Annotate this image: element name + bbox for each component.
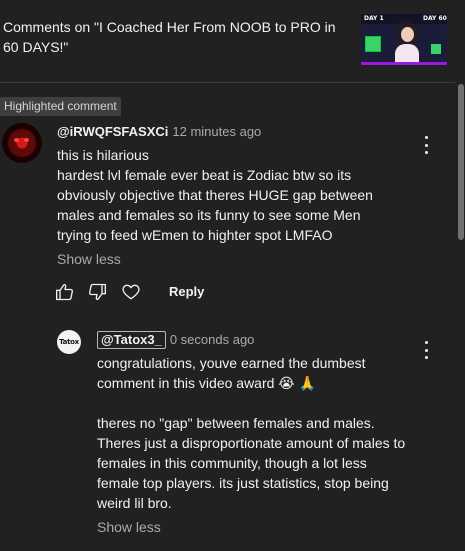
comment-text: this is hilarious hardest lvl female eve…: [57, 147, 373, 243]
comment-menu-button[interactable]: [421, 136, 431, 154]
reply-button[interactable]: Reply: [169, 284, 204, 299]
page-title: Comments on "I Coached Her From NOOB to …: [3, 19, 336, 55]
avatar[interactable]: [2, 123, 42, 163]
scrollbar-thumb[interactable]: [458, 84, 464, 240]
comments-header: Comments on "I Coached Her From NOOB to …: [0, 0, 465, 82]
kebab-dot: [424, 341, 428, 344]
reply-text: congratulations, youve earned the dumbes…: [97, 355, 406, 511]
thumbnail-block: [365, 36, 381, 52]
kebab-dot: [424, 143, 428, 147]
thumbnail-stripe: [361, 62, 447, 65]
avatar-logo-text: Tatox: [59, 338, 79, 346]
comment-meta: @iRWQFSFASXCi 12 minutes ago: [57, 123, 261, 141]
thumbnail-person-face: [401, 27, 414, 42]
comment-author[interactable]: @iRWQFSFASXCi: [57, 124, 168, 139]
reply-meta: @Tatox3_ 0 seconds ago: [97, 331, 254, 349]
kebab-dot: [424, 348, 428, 352]
comment-time[interactable]: 12 minutes ago: [172, 124, 261, 139]
thumbnail-label-day1: DAY 1: [364, 15, 384, 22]
show-less-button[interactable]: Show less: [57, 251, 121, 267]
thumbnail-label-day60: DAY 60: [423, 15, 447, 22]
kebab-dot: [424, 356, 428, 359]
reply-menu-button[interactable]: [421, 341, 431, 359]
header-divider: [0, 82, 455, 83]
reply-time[interactable]: 0 seconds ago: [170, 332, 255, 347]
highlighted-comment-badge: Highlighted comment: [0, 97, 121, 116]
kebab-dot: [424, 151, 428, 154]
show-less-button[interactable]: Show less: [97, 519, 161, 535]
avatar-eye: [24, 138, 29, 142]
thumbnail-block: [431, 44, 441, 54]
video-thumbnail[interactable]: DAY 1 DAY 60: [361, 14, 447, 65]
avatar[interactable]: Tatox: [57, 330, 81, 354]
heart-icon[interactable]: [121, 282, 141, 302]
kebab-dot: [424, 136, 428, 139]
avatar-eye: [14, 138, 19, 142]
thumbs-up-icon[interactable]: [55, 282, 75, 302]
thumbs-down-icon[interactable]: [87, 282, 107, 302]
reply-author[interactable]: @Tatox3_: [97, 331, 166, 349]
